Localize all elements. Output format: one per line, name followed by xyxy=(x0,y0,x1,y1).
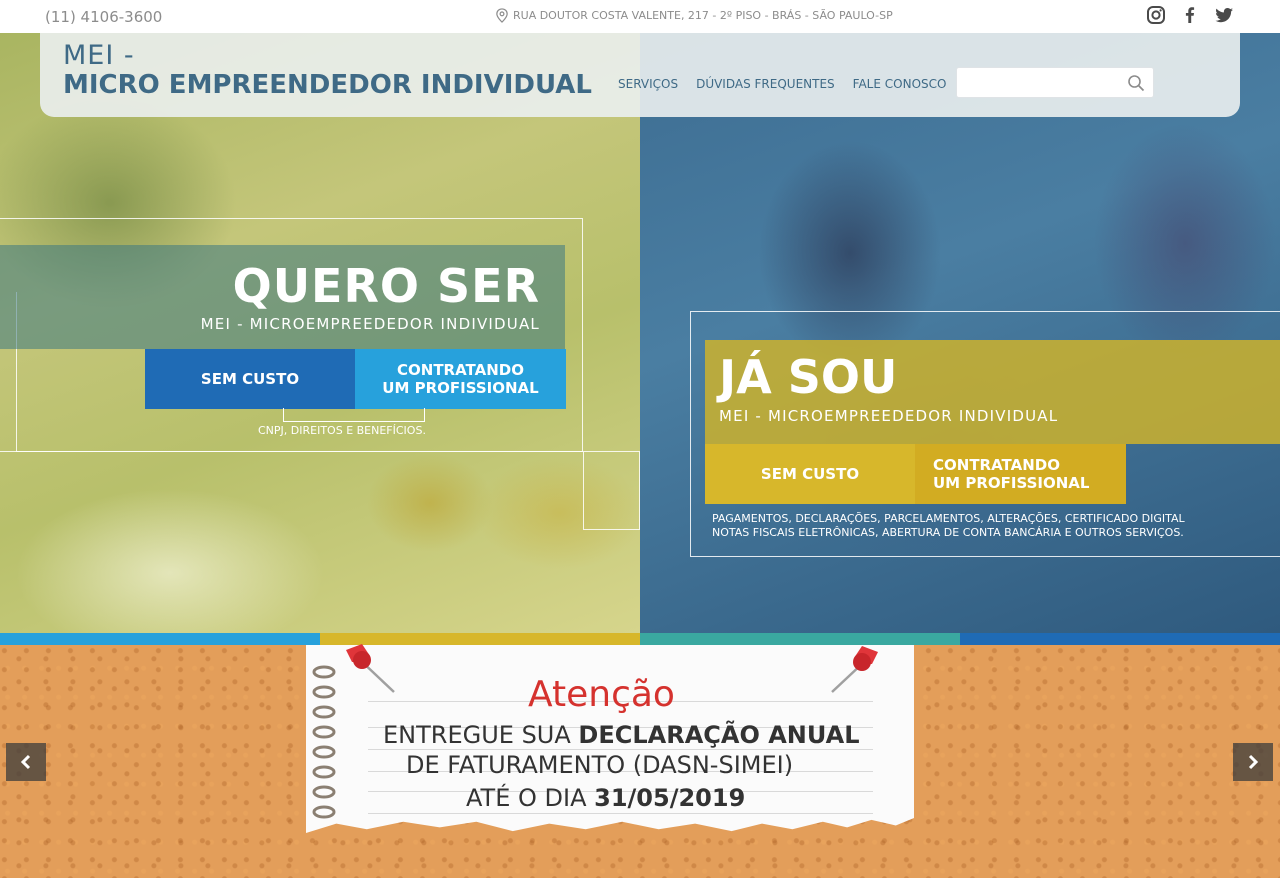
instagram-icon[interactable] xyxy=(1146,5,1166,25)
search-box xyxy=(956,67,1154,98)
push-pin-icon xyxy=(346,644,395,693)
ja-sou-box: JÁ SOU MEI - MICROEMPREEDEDOR INDIVIDUAL xyxy=(705,340,1280,444)
twitter-icon[interactable] xyxy=(1214,5,1234,25)
footer-edge xyxy=(0,878,1280,882)
note-rule xyxy=(368,749,873,750)
facebook-icon[interactable] xyxy=(1180,5,1200,25)
ja-sou-subtitle: MEI - MICROEMPREEDEDOR INDIVIDUAL xyxy=(719,407,1059,425)
quero-ser-subtitle: MEI - MICROEMPREEDEDOR INDIVIDUAL xyxy=(200,315,540,333)
chevron-right-icon xyxy=(1248,754,1259,770)
button-label: SEM CUSTO xyxy=(760,465,860,483)
logo-line-2[interactable]: MICRO EMPREENDEDOR INDIVIDUAL xyxy=(63,70,592,100)
ja-sou-contratando-button[interactable]: CONTRATANDO UM PROFISSIONAL xyxy=(915,444,1126,504)
search-icon[interactable] xyxy=(1127,74,1145,92)
quero-ser-note: CNPJ, DIREITOS E BENEFÍCIOS. xyxy=(258,424,426,437)
stripe-teal xyxy=(640,633,960,645)
search-input[interactable] xyxy=(963,73,1123,93)
chevron-left-icon xyxy=(20,754,31,770)
ja-sou-note: PAGAMENTOS, DECLARAÇÕES, PARCELAMENTOS, … xyxy=(712,512,1185,539)
ja-sou-title: JÁ SOU xyxy=(719,350,898,404)
note-rule xyxy=(368,813,873,814)
carousel-next-button[interactable] xyxy=(1233,743,1273,781)
address: RUA DOUTOR COSTA VALENTE, 217 - 2º PISO … xyxy=(495,8,893,23)
push-pin-icon xyxy=(831,646,878,693)
nav-servicos[interactable]: SERVIÇOS xyxy=(618,77,678,91)
main-nav: SERVIÇOS DÚVIDAS FREQUENTES FALE CONOSCO xyxy=(618,77,946,91)
carousel-prev-button[interactable] xyxy=(6,743,46,781)
note-line-3: ATÉ O DIA 31/05/2019 xyxy=(466,784,746,812)
button-label: CONTRATANDO UM PROFISSIONAL xyxy=(382,361,539,397)
decorative-bracket xyxy=(283,408,425,422)
nav-duvidas-frequentes[interactable]: DÚVIDAS FREQUENTES xyxy=(696,77,835,91)
ja-sou-sem-custo-button[interactable]: SEM CUSTO xyxy=(705,444,915,504)
location-pin-icon xyxy=(496,8,508,23)
decorative-frame xyxy=(583,452,640,530)
stripe-blue xyxy=(0,633,320,645)
note-title: Atenção xyxy=(528,674,675,715)
nav-fale-conosco[interactable]: FALE CONOSCO xyxy=(853,77,947,91)
quero-ser-title: QUERO SER xyxy=(232,259,540,313)
top-bar: (11) 4106-3600 RUA DOUTOR COSTA VALENTE,… xyxy=(0,0,1280,33)
social-links xyxy=(1146,5,1234,25)
note-line-1: ENTREGUE SUA DECLARAÇÃO ANUAL xyxy=(383,721,860,749)
address-text: RUA DOUTOR COSTA VALENTE, 217 - 2º PISO … xyxy=(513,9,893,22)
color-stripes xyxy=(0,633,1280,645)
quero-ser-box: QUERO SER MEI - MICROEMPREEDEDOR INDIVID… xyxy=(0,245,565,349)
logo-line-1[interactable]: MEI - xyxy=(63,40,135,71)
quero-ser-sem-custo-button[interactable]: SEM CUSTO xyxy=(145,349,355,409)
quero-ser-contratando-button[interactable]: CONTRATANDO UM PROFISSIONAL xyxy=(355,349,566,409)
button-label: CONTRATANDO UM PROFISSIONAL xyxy=(933,456,1090,492)
site-header: MEI - MICRO EMPREENDEDOR INDIVIDUAL SERV… xyxy=(40,33,1240,117)
note-line-2: DE FATURAMENTO (DASN-SIMEI) xyxy=(406,751,794,779)
stripe-dark-blue xyxy=(960,633,1280,645)
phone-number[interactable]: (11) 4106-3600 xyxy=(45,8,162,26)
button-label: SEM CUSTO xyxy=(200,370,300,388)
